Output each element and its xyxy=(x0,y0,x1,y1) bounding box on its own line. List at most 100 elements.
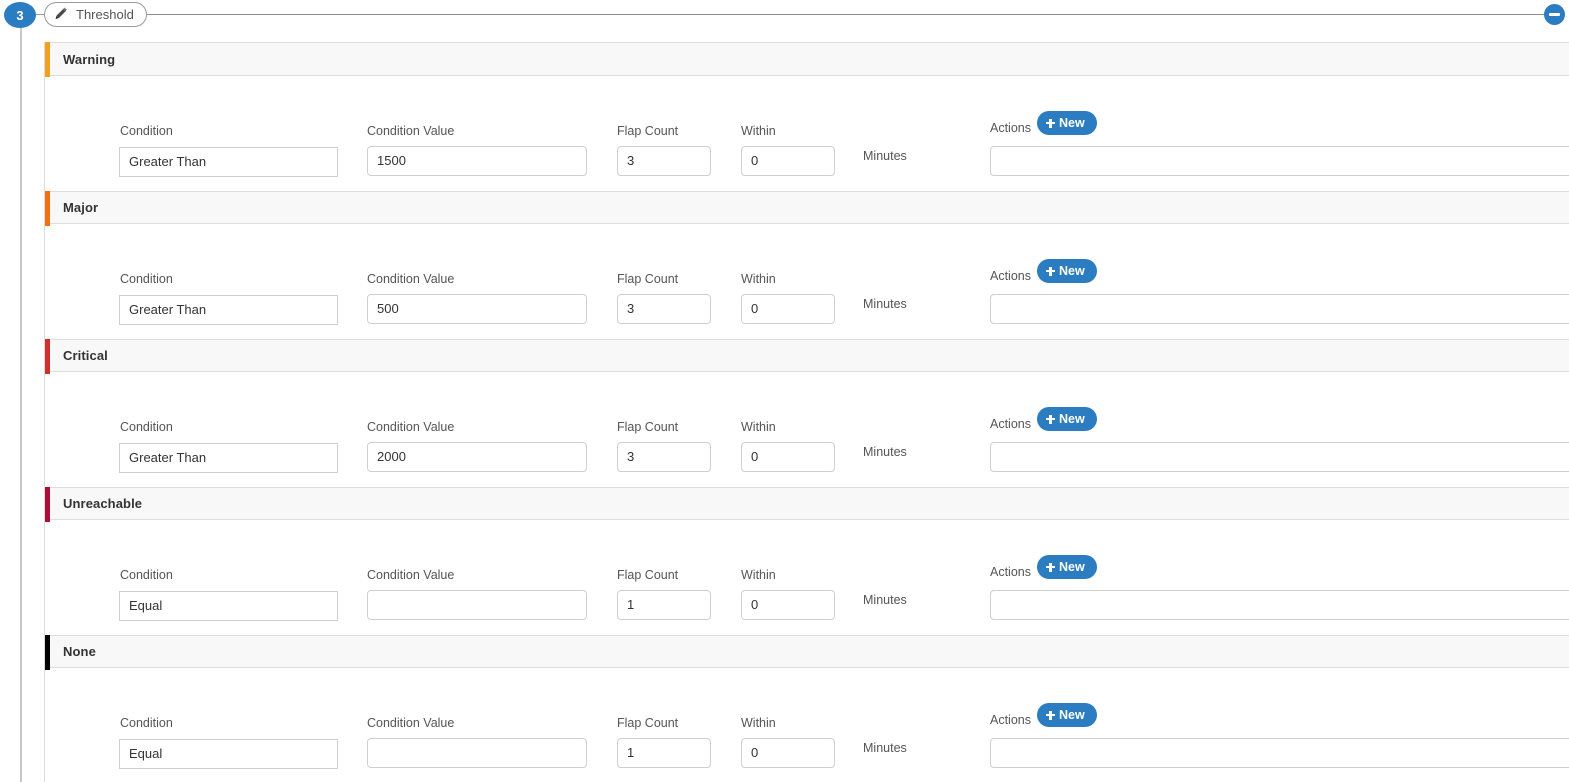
magic-wand-icon xyxy=(54,7,69,22)
condition-value-label: Condition Value xyxy=(367,716,455,730)
severity-title-warning: Warning xyxy=(63,51,116,67)
condition-select-none[interactable]: Equal xyxy=(119,739,338,769)
new-button-label: New xyxy=(1059,412,1085,426)
plus-icon xyxy=(1046,414,1055,424)
severity-header-warning: Warning xyxy=(45,42,1569,77)
actions-input-warning[interactable] xyxy=(990,146,1569,176)
severity-body-critical: Condition Greater Than Condition Value 2000… xyxy=(45,372,1569,487)
condition-select-critical[interactable]: Greater Than xyxy=(119,443,338,473)
plus-icon xyxy=(1046,118,1055,128)
severity-color-bar-critical xyxy=(45,339,50,374)
actions-label: Actions xyxy=(990,269,1031,283)
actions-label: Actions xyxy=(990,565,1031,579)
within-input-warning[interactable]: 0 xyxy=(741,146,835,176)
severity-color-bar-major xyxy=(45,191,50,226)
plus-icon xyxy=(1046,266,1055,276)
actions-input-unreachable[interactable] xyxy=(990,590,1569,620)
add-new-action-button-major[interactable]: New xyxy=(1037,259,1097,283)
actions-input-critical[interactable] xyxy=(990,442,1569,472)
header-divider-line xyxy=(139,14,1551,15)
condition-label: Condition xyxy=(120,420,173,434)
add-new-action-button-warning[interactable]: New xyxy=(1037,111,1097,135)
within-input-major[interactable]: 0 xyxy=(741,294,835,324)
flap-count-label: Flap Count xyxy=(617,124,679,138)
threshold-step-page: 3 Threshold Warning Condition Greater Than… xyxy=(0,0,1569,782)
severity-body-warning: Condition Greater Than Condition Value 1500… xyxy=(45,76,1569,191)
collapse-section-button[interactable] xyxy=(1544,4,1565,25)
minutes-unit-label: Minutes xyxy=(863,297,907,311)
within-label: Within xyxy=(741,272,776,286)
condition-value-input-critical[interactable]: 2000 xyxy=(367,442,587,472)
condition-label: Condition xyxy=(120,568,173,582)
severity-color-bar-unreachable xyxy=(45,487,50,522)
condition-value-label: Condition Value xyxy=(367,124,455,138)
threshold-pill-label: Threshold xyxy=(76,7,134,22)
severity-body-unreachable: Condition Equal Condition Value Flap Count 1… xyxy=(45,520,1569,635)
severity-color-bar-none xyxy=(45,635,50,670)
condition-select-warning[interactable]: Greater Than xyxy=(119,147,338,177)
condition-value-input-unreachable[interactable] xyxy=(367,590,587,620)
minus-circle-icon xyxy=(1549,13,1560,16)
new-button-label: New xyxy=(1059,708,1085,722)
condition-label: Condition xyxy=(120,124,173,138)
severity-body-none: Condition Equal Condition Value Flap Count 1… xyxy=(45,668,1569,782)
flap-count-input-unreachable[interactable]: 1 xyxy=(617,590,711,620)
step-connector-rail xyxy=(20,28,22,782)
within-input-unreachable[interactable]: 0 xyxy=(741,590,835,620)
add-new-action-button-none[interactable]: New xyxy=(1037,703,1097,727)
condition-value-label: Condition Value xyxy=(367,420,455,434)
condition-value-input-warning[interactable]: 1500 xyxy=(367,146,587,176)
within-label: Within xyxy=(741,420,776,434)
step-number-badge: 3 xyxy=(4,2,36,28)
actions-label: Actions xyxy=(990,121,1031,135)
flap-count-input-none[interactable]: 1 xyxy=(617,738,711,768)
severity-header-major: Major xyxy=(45,191,1569,226)
severity-title-unreachable: Unreachable xyxy=(63,496,143,511)
severity-color-bar-warning xyxy=(45,42,50,77)
new-button-label: New xyxy=(1059,560,1085,574)
flap-count-input-critical[interactable]: 3 xyxy=(617,442,711,472)
severity-body-major: Condition Greater Than Condition Value 500 F… xyxy=(45,224,1569,339)
minutes-unit-label: Minutes xyxy=(863,149,907,163)
actions-input-none[interactable] xyxy=(990,738,1569,768)
add-new-action-button-unreachable[interactable]: New xyxy=(1037,555,1097,579)
condition-value-label: Condition Value xyxy=(367,272,455,286)
within-label: Within xyxy=(741,124,776,138)
actions-label: Actions xyxy=(990,713,1031,727)
actions-label: Actions xyxy=(990,417,1031,431)
condition-value-input-none[interactable] xyxy=(367,738,587,768)
severity-title-major: Major xyxy=(63,200,99,215)
flap-count-label: Flap Count xyxy=(617,716,679,730)
threshold-severity-card: Warning Condition Greater Than Condition Va… xyxy=(44,42,1569,782)
threshold-section-pill[interactable]: Threshold xyxy=(44,2,147,27)
within-label: Within xyxy=(741,716,776,730)
severity-title-none: None xyxy=(63,644,96,659)
condition-label: Condition xyxy=(120,272,173,286)
condition-value-input-major[interactable]: 500 xyxy=(367,294,587,324)
add-new-action-button-critical[interactable]: New xyxy=(1037,407,1097,431)
section-header-row: Threshold xyxy=(44,0,1569,29)
minutes-unit-label: Minutes xyxy=(863,741,907,755)
severity-header-none: None xyxy=(45,635,1569,670)
flap-count-input-warning[interactable]: 3 xyxy=(617,146,711,176)
condition-select-unreachable[interactable]: Equal xyxy=(119,591,338,621)
flap-count-input-major[interactable]: 3 xyxy=(617,294,711,324)
condition-select-major[interactable]: Greater Than xyxy=(119,295,338,325)
minutes-unit-label: Minutes xyxy=(863,445,907,459)
minutes-unit-label: Minutes xyxy=(863,593,907,607)
severity-title-critical: Critical xyxy=(63,348,108,363)
flap-count-label: Flap Count xyxy=(617,272,679,286)
plus-icon xyxy=(1046,562,1055,572)
within-label: Within xyxy=(741,568,776,582)
within-input-critical[interactable]: 0 xyxy=(741,442,835,472)
within-input-none[interactable]: 0 xyxy=(741,738,835,768)
severity-header-critical: Critical xyxy=(45,339,1569,374)
new-button-label: New xyxy=(1059,264,1085,278)
condition-label: Condition xyxy=(120,716,173,730)
plus-icon xyxy=(1046,710,1055,720)
flap-count-label: Flap Count xyxy=(617,420,679,434)
new-button-label: New xyxy=(1059,116,1085,130)
severity-header-unreachable: Unreachable xyxy=(45,487,1569,522)
actions-input-major[interactable] xyxy=(990,294,1569,324)
flap-count-label: Flap Count xyxy=(617,568,679,582)
